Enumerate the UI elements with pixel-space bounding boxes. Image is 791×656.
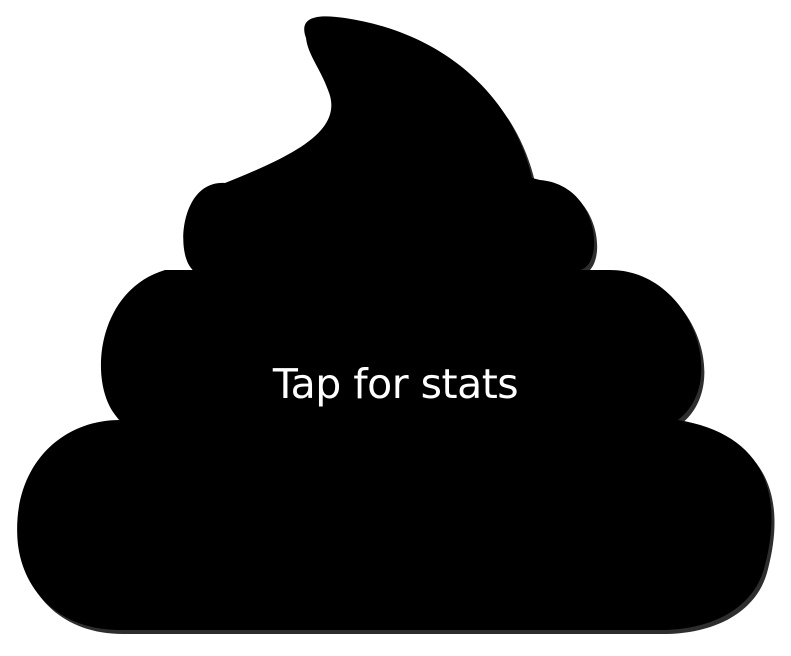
poop-icon xyxy=(17,16,775,634)
tap-for-stats-button[interactable]: Tap for stats xyxy=(0,0,791,656)
poop-shape xyxy=(17,16,772,630)
